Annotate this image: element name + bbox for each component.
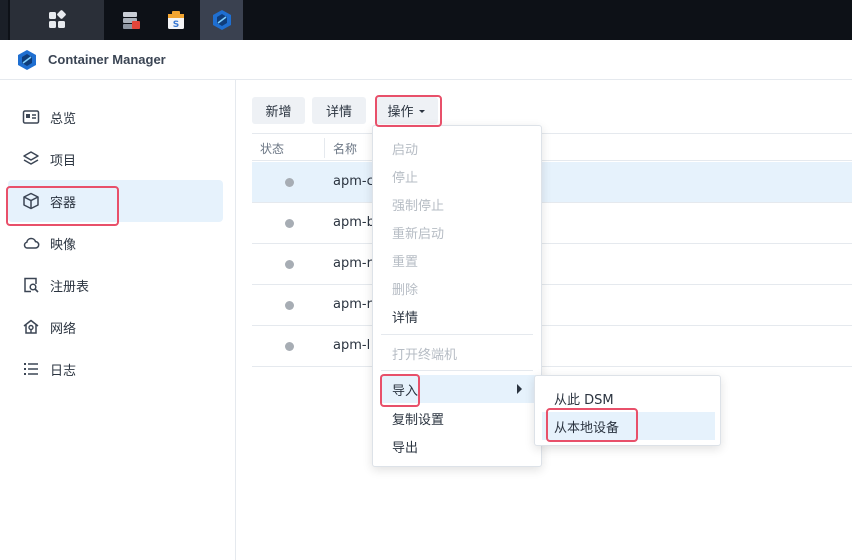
column-divider[interactable] xyxy=(324,138,325,158)
action-menu: 启动 停止 强制停止 重新启动 重置 删除 详情 打开终端机 导入 复制设置 导… xyxy=(372,125,542,467)
container-name: apm-b xyxy=(333,215,375,230)
menu-item-import-label: 导入 xyxy=(392,383,419,399)
network-icon xyxy=(22,318,40,336)
container-manager-logo-icon xyxy=(18,49,36,70)
sidebar: 总览 项目 容器 映像 注册表 网络 日志 xyxy=(0,80,236,560)
menu-item-copy-settings[interactable]: 复制设置 xyxy=(373,404,541,432)
status-dot xyxy=(285,342,294,351)
container-name: apm-c xyxy=(333,174,374,189)
list-icon xyxy=(22,360,40,378)
menu-item-details[interactable]: 详情 xyxy=(373,302,541,330)
cloud-icon xyxy=(22,234,40,252)
sidebar-item-registry[interactable]: 注册表 xyxy=(8,264,223,306)
sidebar-item-label: 日志 xyxy=(50,363,77,379)
table-row[interactable]: apm-b xyxy=(252,203,852,244)
taskbar-storage-app[interactable] xyxy=(111,0,151,40)
table-row[interactable]: apm-r xyxy=(252,285,852,326)
status-dot xyxy=(285,301,294,310)
menu-item-stop: 停止 xyxy=(392,170,419,186)
container-name: apm-r xyxy=(333,256,372,271)
table-row[interactable]: apm-r xyxy=(252,244,852,285)
table-header: 状态 名称 xyxy=(252,133,852,161)
svg-text:S: S xyxy=(173,20,179,30)
sidebar-item-network[interactable]: 网络 xyxy=(8,306,223,348)
app-title: Container Manager xyxy=(48,52,166,67)
menu-divider xyxy=(381,334,533,335)
action-button-label: 操作 xyxy=(387,105,414,120)
sidebar-item-label: 容器 xyxy=(50,195,77,211)
taskbar-left-edge xyxy=(0,0,8,40)
sidebar-item-label: 网络 xyxy=(50,321,77,337)
sidebar-item-label: 注册表 xyxy=(50,279,90,295)
main-menu-button[interactable] xyxy=(10,0,104,40)
details-button[interactable]: 详情 xyxy=(312,97,366,124)
sidebar-item-containers[interactable]: 容器 xyxy=(8,180,223,222)
status-dot xyxy=(285,178,294,187)
taskbar-package-app[interactable]: S xyxy=(156,0,196,40)
status-dot xyxy=(285,260,294,269)
sidebar-item-label: 总览 xyxy=(50,111,77,127)
grid-icon xyxy=(49,10,66,28)
taskbar: S xyxy=(0,0,852,40)
container-manager-icon xyxy=(212,10,231,30)
action-dropdown-button[interactable]: 操作 xyxy=(376,97,438,124)
status-dot xyxy=(285,219,294,228)
storage-manager-icon xyxy=(123,12,140,29)
package-center-icon: S xyxy=(168,11,184,30)
menu-item-restart: 重新启动 xyxy=(392,226,445,242)
sidebar-item-overview[interactable]: 总览 xyxy=(8,96,223,138)
menu-item-reset: 重置 xyxy=(392,254,419,270)
sidebar-item-label: 映像 xyxy=(50,237,77,253)
menu-item-import[interactable]: 导入 xyxy=(380,375,536,403)
import-submenu: 从此 DSM 从本地设备 xyxy=(534,375,721,446)
menu-item-start: 启动 xyxy=(392,142,419,158)
table-row[interactable]: apm-c xyxy=(252,162,852,203)
sidebar-item-logs[interactable]: 日志 xyxy=(8,348,223,390)
menu-item-open-terminal: 打开终端机 xyxy=(392,347,458,363)
menu-divider xyxy=(381,370,533,371)
sidebar-item-projects[interactable]: 项目 xyxy=(8,138,223,180)
menu-item-export[interactable]: 导出 xyxy=(373,432,541,460)
overview-icon xyxy=(22,108,40,126)
menu-item-delete: 删除 xyxy=(392,282,419,298)
app-header: Container Manager xyxy=(0,40,852,80)
container-name: apm-l xyxy=(333,338,371,353)
container-name: apm-r xyxy=(333,297,372,312)
taskbar-container-app[interactable] xyxy=(200,0,243,40)
submenu-item-from-local-device[interactable]: 从本地设备 xyxy=(542,412,715,440)
sidebar-item-label: 项目 xyxy=(50,153,77,169)
sidebar-item-images[interactable]: 映像 xyxy=(8,222,223,264)
new-button[interactable]: 新增 xyxy=(252,97,305,124)
column-header-state[interactable]: 状态 xyxy=(260,140,284,157)
column-header-name[interactable]: 名称 xyxy=(333,140,357,157)
caret-down-icon xyxy=(418,109,425,113)
submenu-item-from-dsm[interactable]: 从此 DSM xyxy=(535,384,720,412)
layers-icon xyxy=(22,150,40,168)
cube-icon xyxy=(22,192,40,210)
menu-item-force-stop: 强制停止 xyxy=(392,198,445,214)
registry-search-icon xyxy=(22,276,40,294)
table-row[interactable]: apm-l xyxy=(252,326,852,367)
submenu-arrow-icon xyxy=(517,384,522,394)
